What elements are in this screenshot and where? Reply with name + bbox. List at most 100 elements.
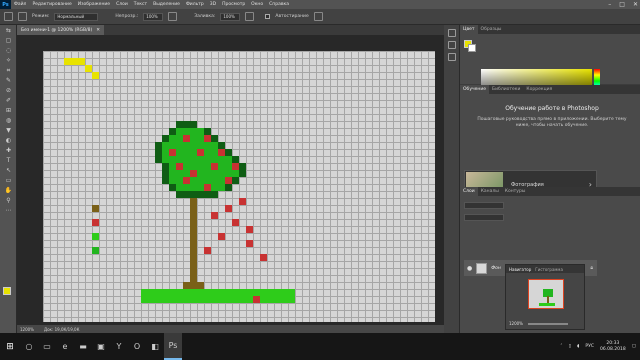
document-tab[interactable]: Без имени-1 @ 1200% (RGB/8) ✕ [17,25,105,35]
color-swatches[interactable] [3,287,15,299]
leaf-pixel [169,184,176,191]
menu-filter[interactable]: Фильтр [183,2,207,7]
eye-icon[interactable]: ● [467,265,472,272]
menu-help[interactable]: Справка [266,2,292,7]
crop-tool-icon[interactable]: ⌗ [3,66,14,75]
windows-start-icon[interactable]: ⊞ [0,333,20,360]
marquee-tool-icon[interactable]: ▢ [3,36,14,45]
mode-select[interactable]: Нормальный [54,12,99,21]
navigator-zoom[interactable]: 1200% [509,321,523,326]
canvas-area[interactable] [17,35,444,325]
navigator-zoom-slider[interactable] [528,323,568,325]
eyedropper-icon[interactable]: ✎ [3,76,14,85]
move-tool-icon[interactable]: ⇆ [3,26,14,35]
leaf-pixel [239,163,246,170]
leaf-pixel [183,128,190,135]
shape-tool-icon[interactable]: ▭ [3,176,14,185]
pressure-size-icon[interactable] [313,12,323,21]
pressure-opacity-icon[interactable] [168,12,178,21]
pixel-canvas[interactable] [43,51,435,322]
menu-3d[interactable]: 3D [207,2,219,7]
trunk-pixel [190,205,197,212]
panel-background-swatch[interactable] [468,44,476,52]
tab-libraries[interactable]: Библиотеки [489,85,523,94]
tab-swatches[interactable]: Образцы [478,25,505,34]
path-select-icon[interactable]: ↖ [3,166,14,175]
menu-window[interactable]: Окно [248,2,266,7]
search-icon[interactable]: ○ [20,333,38,360]
foreground-color[interactable] [3,287,11,295]
healing-brush-icon[interactable]: ⊘ [3,86,14,95]
menu-layers[interactable]: Слои [113,2,131,7]
explorer-icon[interactable]: ▬ [74,333,92,360]
tab-channels[interactable]: Каналы [478,187,502,196]
dodge-tool-icon[interactable]: ✚ [3,146,14,155]
hand-tool-icon[interactable]: ✋ [3,186,14,195]
eraser-tool-icon[interactable] [4,12,13,21]
volume-icon[interactable]: ◖ [577,344,579,349]
menu-file[interactable]: Файл [11,2,29,7]
grass-pixel [183,296,190,303]
notifications-icon[interactable]: ▢ [632,344,636,349]
navigator-preview[interactable] [528,279,564,309]
trunk-pixel [190,282,197,289]
tab-adjustments[interactable]: Коррекция [523,85,555,94]
menu-image[interactable]: Изображение [75,2,113,7]
tab-layers[interactable]: Слои [460,187,478,196]
grass-pixel [211,296,218,303]
more-tools-icon[interactable]: ⋯ [3,206,14,215]
opacity-field[interactable]: 100% [143,12,164,21]
stamp-tool-icon[interactable]: ⊞ [3,106,14,115]
leaf-pixel [176,177,183,184]
yandex-icon[interactable]: Y [110,333,128,360]
lasso-tool-icon[interactable]: ◌ [3,46,14,55]
autoerase-checkbox[interactable] [265,14,271,19]
gradient-tool-icon[interactable]: ◐ [3,136,14,145]
airbrush-icon[interactable] [245,12,255,21]
leaf-pixel [225,184,232,191]
close-tab-icon[interactable]: ✕ [96,28,100,33]
leaf-pixel [176,156,183,163]
zoom-tool-icon[interactable]: ⚲ [3,196,14,205]
blend-mode-select[interactable] [464,214,504,221]
close-button[interactable]: ✕ [633,1,638,8]
network-icon[interactable]: ▯ [569,344,571,349]
app-icon[interactable]: ◧ [146,333,164,360]
magic-wand-icon[interactable]: ✧ [3,56,14,65]
leaf-pixel [204,142,211,149]
brush-settings-icon[interactable] [448,53,456,61]
type-tool-icon[interactable]: T [3,156,14,165]
properties-icon[interactable] [448,41,456,49]
menu-view[interactable]: Просмотр [219,2,248,7]
clock[interactable]: 20:33 06.08.2018 [600,341,626,353]
history-brush-icon[interactable]: ◍ [3,116,14,125]
apple-pixel [232,219,239,226]
tab-paths[interactable]: Контуры [502,187,529,196]
store-icon[interactable]: ▣ [92,333,110,360]
tab-histogram[interactable]: Гистограмма [535,267,563,272]
tray-arrow-icon[interactable]: ˄ [560,344,562,349]
zoom-level[interactable]: 1200% [20,327,34,332]
leaf-pixel [169,177,176,184]
tab-navigator[interactable]: Навигатор [509,267,531,272]
flow-field[interactable]: 100% [220,12,241,21]
leaf-pixel [204,163,211,170]
menu-text[interactable]: Текст [131,2,150,7]
menu-select[interactable]: Выделение [150,2,183,7]
task-view-icon[interactable]: ▭ [38,333,56,360]
edge-icon[interactable]: e [56,333,74,360]
tab-color[interactable]: Цвет [460,25,478,34]
maximize-button[interactable]: □ [619,1,625,8]
brush-preset-icon[interactable] [18,12,27,21]
photoshop-taskbar-icon[interactable]: Ps [164,333,182,360]
language-indicator[interactable]: РУС [585,344,594,349]
tab-learn[interactable]: Обучение [460,85,490,94]
eraser-icon[interactable]: ▼ [3,126,14,135]
menu-edit[interactable]: Редактирование [29,2,74,7]
history-icon[interactable] [448,29,456,37]
layer-filter-select[interactable] [464,202,504,209]
brush-tool-icon[interactable]: ✐ [3,96,14,105]
leaf-pixel [183,191,190,198]
minimize-button[interactable]: – [608,1,611,8]
opera-icon[interactable]: O [128,333,146,360]
